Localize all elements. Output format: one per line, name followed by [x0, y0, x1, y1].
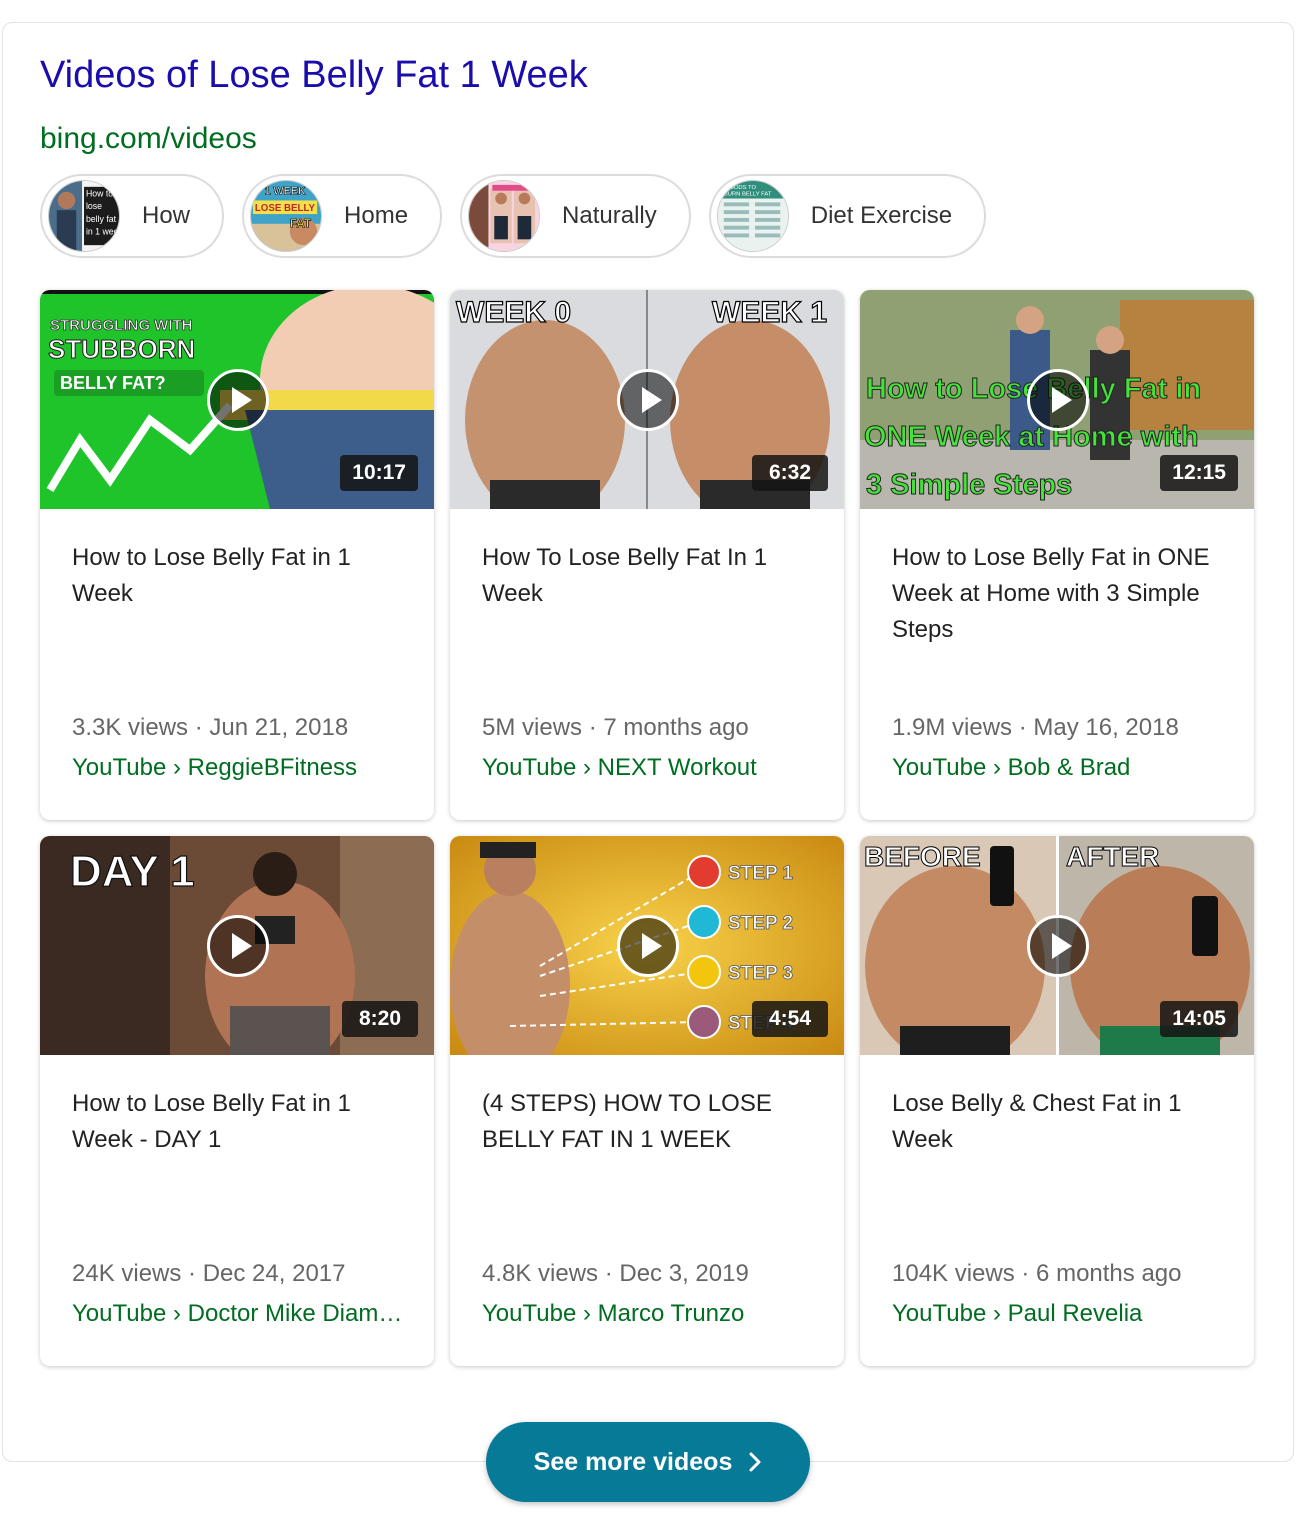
video-source: YouTube › Doctor Mike Diamonds — [72, 1300, 412, 1327]
play-icon[interactable] — [207, 915, 269, 977]
chip-diet-exercise[interactable]: FOODS TO BURN BELLY FAT Diet Exercise — [708, 174, 987, 258]
video-thumbnail[interactable]: How to Lose Belly Fat in ONE Week at Hom… — [860, 290, 1254, 509]
video-thumbnail[interactable]: DAY 1 8:20 — [40, 836, 434, 1055]
video-source: YouTube › NEXT Workout — [482, 754, 757, 781]
source-url: bing.com/videos — [40, 122, 257, 155]
chip-how[interactable]: How to lose belly fat in 1 week How — [40, 174, 225, 258]
play-icon[interactable] — [207, 369, 269, 431]
video-title[interactable]: How to Lose Belly Fat in 1 Week - DAY 1 — [72, 1086, 402, 1158]
video-thumbnail[interactable]: STEP 1 STEP 2 STEP 3 STEP 4 4:54 — [450, 836, 844, 1055]
video-views-date: 3.3K views · Jun 21, 2018 — [72, 714, 349, 741]
video-card[interactable]: STEP 1 STEP 2 STEP 3 STEP 4 4:54 (4 STEP… — [450, 836, 844, 1366]
chip-thumbnail-diet-exercise: FOODS TO BURN BELLY FAT — [716, 180, 789, 252]
chip-label: Naturally — [562, 202, 657, 229]
results-heading-link[interactable]: Videos of Lose Belly Fat 1 Week — [40, 54, 588, 97]
video-source: YouTube › Marco Trunzo — [482, 1300, 745, 1327]
video-card[interactable]: DAY 1 8:20 How to Lose Belly Fat in 1 We… — [40, 836, 434, 1366]
video-card[interactable]: STRUGGLING WITH STUBBORN BELLY FAT? 10:1… — [40, 290, 434, 820]
chip-thumb-text: BURN BELLY FAT — [724, 192, 772, 198]
video-title[interactable]: How to Lose Belly Fat in ONE Week at Hom… — [892, 540, 1222, 648]
video-title[interactable]: (4 STEPS) HOW TO LOSE BELLY FAT IN 1 WEE… — [482, 1086, 812, 1158]
duration-badge: 14:05 — [1160, 1001, 1238, 1037]
video-views-date: 24K views · Dec 24, 2017 — [72, 1260, 346, 1287]
chip-thumb-text: 1 WEEK — [265, 186, 306, 198]
thumb-text: WEEK 0 — [456, 296, 571, 329]
chip-thumb-text: How to — [86, 189, 113, 199]
chip-thumb-text: FAT — [290, 218, 311, 231]
chip-naturally[interactable]: Naturally — [460, 174, 691, 258]
video-source: YouTube › ReggieBFitness — [72, 754, 358, 781]
video-thumbnail[interactable]: BEFORE AFTER 14:05 — [860, 836, 1254, 1055]
thumb-text: ONE Week at Home with — [864, 421, 1199, 453]
video-views-date: 5M views · 7 months ago — [482, 714, 749, 741]
chip-thumbnail-naturally — [468, 180, 541, 252]
play-icon[interactable] — [1027, 369, 1089, 431]
thumb-text: BELLY FAT? — [60, 373, 166, 393]
duration-badge: 12:15 — [1160, 455, 1238, 491]
thumb-text: STEP 2 — [728, 913, 793, 934]
duration-badge: 4:54 — [752, 1001, 828, 1037]
chip-thumb-text: FOODS TO — [726, 185, 757, 191]
thumb-text: AFTER — [1066, 841, 1159, 872]
duration-badge: 8:20 — [342, 1001, 418, 1037]
duration-badge: 6:32 — [752, 455, 828, 491]
chip-home[interactable]: 1 WEEK LOSE BELLY FAT Home — [242, 174, 443, 258]
chip-label: Diet Exercise — [810, 202, 953, 229]
video-thumbnail[interactable]: WEEK 0 WEEK 1 6:32 — [450, 290, 844, 509]
play-icon[interactable] — [617, 369, 679, 431]
see-more-label: See more videos — [533, 1447, 733, 1476]
thumb-text: BEFORE — [864, 841, 981, 872]
chevron-right-icon — [749, 1452, 761, 1472]
video-card[interactable]: WEEK 0 WEEK 1 6:32 How To Lose Belly Fat… — [450, 290, 844, 820]
duration-badge: 10:17 — [340, 455, 418, 491]
video-card[interactable]: BEFORE AFTER 14:05 Lose Belly & Chest Fa… — [860, 836, 1254, 1366]
play-icon[interactable] — [617, 915, 679, 977]
chip-label: Home — [344, 202, 409, 229]
thumb-text: 3 Simple Steps — [866, 469, 1072, 501]
thumb-text: STEP 3 — [728, 963, 793, 984]
video-views-date: 4.8K views · Dec 3, 2019 — [482, 1260, 749, 1287]
video-thumbnail[interactable]: STRUGGLING WITH STUBBORN BELLY FAT? 10:1… — [40, 290, 434, 509]
refinement-chips: How to lose belly fat in 1 week How 1 WE… — [40, 174, 1004, 258]
video-title[interactable]: How to Lose Belly Fat in 1 Week — [72, 540, 402, 612]
video-source: YouTube › Paul Revelia — [892, 1300, 1143, 1327]
thumb-text: STEP 1 — [728, 863, 794, 884]
chip-label: How — [142, 202, 191, 229]
chip-thumb-text: in 1 week — [86, 226, 120, 236]
chip-thumbnail-how: How to lose belly fat in 1 week — [48, 180, 120, 252]
video-title[interactable]: How To Lose Belly Fat In 1 Week — [482, 540, 812, 612]
video-views-date: 1.9M views · May 16, 2018 — [892, 714, 1179, 741]
chip-thumbnail-home: 1 WEEK LOSE BELLY FAT — [250, 180, 323, 252]
play-icon[interactable] — [1027, 915, 1089, 977]
video-card[interactable]: How to Lose Belly Fat in ONE Week at Hom… — [860, 290, 1254, 820]
video-source: YouTube › Bob & Brad — [892, 754, 1131, 781]
see-more-videos-button[interactable]: See more videos — [486, 1422, 810, 1502]
chip-thumb-text: lose — [86, 201, 102, 211]
chip-thumb-text: LOSE BELLY — [255, 203, 316, 214]
thumb-text: STUBBORN — [48, 334, 195, 364]
thumb-text: WEEK 1 — [712, 296, 827, 329]
thumb-text: STRUGGLING WITH — [50, 317, 193, 334]
chip-thumb-text: belly fat — [86, 214, 117, 224]
thumb-text: DAY 1 — [70, 847, 195, 896]
video-title[interactable]: Lose Belly & Chest Fat in 1 Week — [892, 1086, 1222, 1158]
video-views-date: 104K views · 6 months ago — [892, 1260, 1182, 1287]
